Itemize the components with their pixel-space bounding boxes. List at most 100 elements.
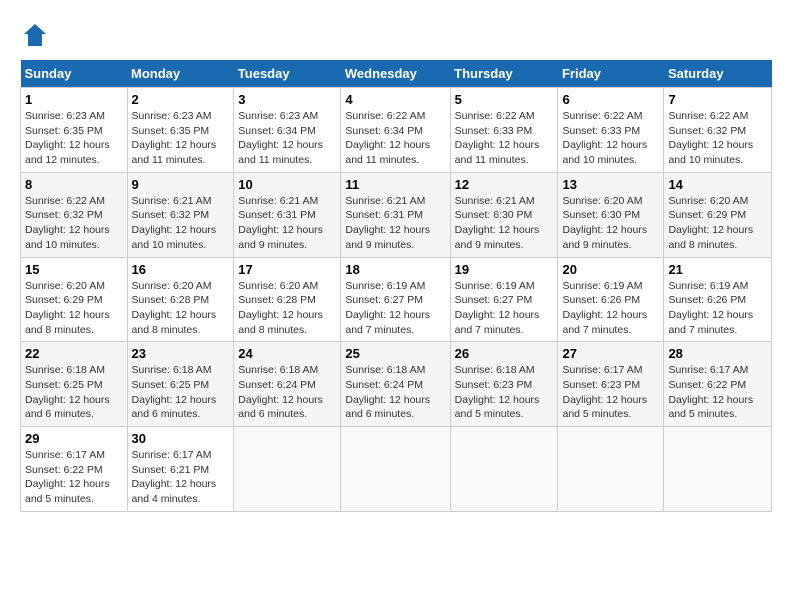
calendar-cell: 7 Sunrise: 6:22 AMSunset: 6:32 PMDayligh… (664, 88, 772, 173)
calendar-week-1: 1 Sunrise: 6:23 AMSunset: 6:35 PMDayligh… (21, 88, 772, 173)
calendar-cell: 24 Sunrise: 6:18 AMSunset: 6:24 PMDaylig… (234, 342, 341, 427)
calendar-cell: 9 Sunrise: 6:21 AMSunset: 6:32 PMDayligh… (127, 172, 234, 257)
calendar-cell: 11 Sunrise: 6:21 AMSunset: 6:31 PMDaylig… (341, 172, 450, 257)
day-info: Sunrise: 6:19 AMSunset: 6:26 PMDaylight:… (668, 280, 753, 336)
day-number: 15 (25, 262, 123, 277)
calendar-cell: 15 Sunrise: 6:20 AMSunset: 6:29 PMDaylig… (21, 257, 128, 342)
day-info: Sunrise: 6:22 AMSunset: 6:33 PMDaylight:… (562, 110, 647, 166)
calendar-cell: 2 Sunrise: 6:23 AMSunset: 6:35 PMDayligh… (127, 88, 234, 173)
day-number: 12 (455, 177, 554, 192)
column-header-sunday: Sunday (21, 60, 128, 88)
calendar-cell: 19 Sunrise: 6:19 AMSunset: 6:27 PMDaylig… (450, 257, 558, 342)
day-info: Sunrise: 6:19 AMSunset: 6:26 PMDaylight:… (562, 280, 647, 336)
column-header-friday: Friday (558, 60, 664, 88)
day-info: Sunrise: 6:22 AMSunset: 6:32 PMDaylight:… (668, 110, 753, 166)
day-info: Sunrise: 6:22 AMSunset: 6:33 PMDaylight:… (455, 110, 540, 166)
day-info: Sunrise: 6:17 AMSunset: 6:23 PMDaylight:… (562, 364, 647, 420)
day-number: 18 (345, 262, 445, 277)
calendar-cell (341, 427, 450, 512)
calendar-cell: 1 Sunrise: 6:23 AMSunset: 6:35 PMDayligh… (21, 88, 128, 173)
calendar-cell: 17 Sunrise: 6:20 AMSunset: 6:28 PMDaylig… (234, 257, 341, 342)
day-number: 29 (25, 431, 123, 446)
day-info: Sunrise: 6:23 AMSunset: 6:34 PMDaylight:… (238, 110, 323, 166)
calendar-cell: 26 Sunrise: 6:18 AMSunset: 6:23 PMDaylig… (450, 342, 558, 427)
day-info: Sunrise: 6:22 AMSunset: 6:32 PMDaylight:… (25, 195, 110, 251)
day-number: 23 (132, 346, 230, 361)
day-number: 11 (345, 177, 445, 192)
calendar-cell (664, 427, 772, 512)
day-info: Sunrise: 6:23 AMSunset: 6:35 PMDaylight:… (25, 110, 110, 166)
day-number: 25 (345, 346, 445, 361)
calendar-cell: 21 Sunrise: 6:19 AMSunset: 6:26 PMDaylig… (664, 257, 772, 342)
calendar-week-5: 29 Sunrise: 6:17 AMSunset: 6:22 PMDaylig… (21, 427, 772, 512)
calendar-cell: 6 Sunrise: 6:22 AMSunset: 6:33 PMDayligh… (558, 88, 664, 173)
day-info: Sunrise: 6:19 AMSunset: 6:27 PMDaylight:… (455, 280, 540, 336)
day-number: 7 (668, 92, 767, 107)
calendar-cell: 10 Sunrise: 6:21 AMSunset: 6:31 PMDaylig… (234, 172, 341, 257)
logo-icon (20, 20, 50, 50)
column-header-tuesday: Tuesday (234, 60, 341, 88)
day-info: Sunrise: 6:20 AMSunset: 6:29 PMDaylight:… (25, 280, 110, 336)
calendar-cell: 3 Sunrise: 6:23 AMSunset: 6:34 PMDayligh… (234, 88, 341, 173)
day-number: 10 (238, 177, 336, 192)
day-info: Sunrise: 6:21 AMSunset: 6:31 PMDaylight:… (238, 195, 323, 251)
day-info: Sunrise: 6:18 AMSunset: 6:25 PMDaylight:… (25, 364, 110, 420)
calendar-week-2: 8 Sunrise: 6:22 AMSunset: 6:32 PMDayligh… (21, 172, 772, 257)
calendar-cell: 16 Sunrise: 6:20 AMSunset: 6:28 PMDaylig… (127, 257, 234, 342)
calendar-cell (234, 427, 341, 512)
calendar-cell: 13 Sunrise: 6:20 AMSunset: 6:30 PMDaylig… (558, 172, 664, 257)
day-info: Sunrise: 6:22 AMSunset: 6:34 PMDaylight:… (345, 110, 430, 166)
column-header-monday: Monday (127, 60, 234, 88)
day-number: 8 (25, 177, 123, 192)
calendar-cell: 4 Sunrise: 6:22 AMSunset: 6:34 PMDayligh… (341, 88, 450, 173)
calendar-cell: 23 Sunrise: 6:18 AMSunset: 6:25 PMDaylig… (127, 342, 234, 427)
day-info: Sunrise: 6:21 AMSunset: 6:32 PMDaylight:… (132, 195, 217, 251)
day-info: Sunrise: 6:20 AMSunset: 6:29 PMDaylight:… (668, 195, 753, 251)
day-info: Sunrise: 6:21 AMSunset: 6:30 PMDaylight:… (455, 195, 540, 251)
day-number: 1 (25, 92, 123, 107)
day-number: 27 (562, 346, 659, 361)
calendar-week-3: 15 Sunrise: 6:20 AMSunset: 6:29 PMDaylig… (21, 257, 772, 342)
calendar-cell: 30 Sunrise: 6:17 AMSunset: 6:21 PMDaylig… (127, 427, 234, 512)
day-number: 30 (132, 431, 230, 446)
day-number: 17 (238, 262, 336, 277)
day-number: 9 (132, 177, 230, 192)
day-number: 22 (25, 346, 123, 361)
calendar-cell: 27 Sunrise: 6:17 AMSunset: 6:23 PMDaylig… (558, 342, 664, 427)
column-header-saturday: Saturday (664, 60, 772, 88)
day-number: 20 (562, 262, 659, 277)
calendar-table: SundayMondayTuesdayWednesdayThursdayFrid… (20, 60, 772, 512)
calendar-cell (558, 427, 664, 512)
day-number: 16 (132, 262, 230, 277)
day-number: 6 (562, 92, 659, 107)
day-info: Sunrise: 6:18 AMSunset: 6:24 PMDaylight:… (345, 364, 430, 420)
calendar-cell: 14 Sunrise: 6:20 AMSunset: 6:29 PMDaylig… (664, 172, 772, 257)
calendar-cell: 22 Sunrise: 6:18 AMSunset: 6:25 PMDaylig… (21, 342, 128, 427)
calendar-week-4: 22 Sunrise: 6:18 AMSunset: 6:25 PMDaylig… (21, 342, 772, 427)
day-number: 2 (132, 92, 230, 107)
column-header-wednesday: Wednesday (341, 60, 450, 88)
calendar-cell: 25 Sunrise: 6:18 AMSunset: 6:24 PMDaylig… (341, 342, 450, 427)
day-info: Sunrise: 6:18 AMSunset: 6:23 PMDaylight:… (455, 364, 540, 420)
calendar-cell: 8 Sunrise: 6:22 AMSunset: 6:32 PMDayligh… (21, 172, 128, 257)
calendar-cell: 28 Sunrise: 6:17 AMSunset: 6:22 PMDaylig… (664, 342, 772, 427)
calendar-cell: 5 Sunrise: 6:22 AMSunset: 6:33 PMDayligh… (450, 88, 558, 173)
day-info: Sunrise: 6:19 AMSunset: 6:27 PMDaylight:… (345, 280, 430, 336)
calendar-cell: 12 Sunrise: 6:21 AMSunset: 6:30 PMDaylig… (450, 172, 558, 257)
logo (20, 20, 52, 50)
day-number: 3 (238, 92, 336, 107)
day-info: Sunrise: 6:23 AMSunset: 6:35 PMDaylight:… (132, 110, 217, 166)
calendar-cell (450, 427, 558, 512)
day-info: Sunrise: 6:18 AMSunset: 6:25 PMDaylight:… (132, 364, 217, 420)
day-number: 14 (668, 177, 767, 192)
day-info: Sunrise: 6:17 AMSunset: 6:22 PMDaylight:… (25, 449, 110, 505)
day-info: Sunrise: 6:17 AMSunset: 6:22 PMDaylight:… (668, 364, 753, 420)
day-number: 19 (455, 262, 554, 277)
day-info: Sunrise: 6:20 AMSunset: 6:28 PMDaylight:… (132, 280, 217, 336)
day-number: 26 (455, 346, 554, 361)
day-number: 24 (238, 346, 336, 361)
calendar-cell: 29 Sunrise: 6:17 AMSunset: 6:22 PMDaylig… (21, 427, 128, 512)
calendar-cell: 18 Sunrise: 6:19 AMSunset: 6:27 PMDaylig… (341, 257, 450, 342)
day-number: 5 (455, 92, 554, 107)
day-number: 21 (668, 262, 767, 277)
